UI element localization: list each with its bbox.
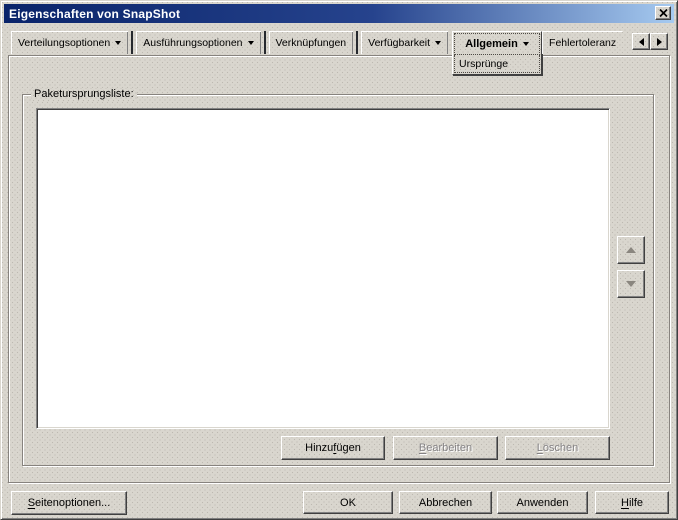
tab-page-panel: Paketursprungsliste: Hinzufügen Bearbeit…: [8, 55, 670, 483]
help-label: Hilfe: [620, 496, 643, 509]
tab-divider: [131, 31, 134, 54]
apply-button[interactable]: Anwenden: [497, 491, 588, 514]
window-title: Eigenschaften von SnapShot: [9, 6, 181, 21]
apply-label: Anwenden: [516, 496, 569, 509]
edit-button-label: Bearbeiten: [418, 442, 473, 454]
add-button[interactable]: Hinzufügen: [281, 436, 385, 460]
delete-button[interactable]: Löschen: [505, 436, 610, 460]
move-down-button[interactable]: [617, 270, 645, 298]
package-source-listbox[interactable]: [36, 108, 610, 429]
close-button[interactable]: [655, 6, 671, 20]
tab-verknuepfungen[interactable]: Verknüpfungen: [269, 31, 354, 54]
cancel-label: Abbrechen: [418, 496, 473, 509]
page-options-button[interactable]: Seitenoptionen...: [11, 491, 127, 515]
dropdown-arrow-icon: [522, 42, 529, 46]
add-button-label: Hinzufügen: [305, 442, 361, 454]
tab-scroll-buttons: [632, 33, 669, 50]
dialog-window: Eigenschaften von SnapShot Paketursprung…: [0, 0, 678, 520]
scroll-right-icon: [656, 37, 662, 46]
dropdown-arrow-icon: [115, 40, 122, 45]
page-options-label: Seitenoptionen...: [27, 497, 111, 509]
tab-fehlertoleranz[interactable]: Fehlertoleranz: [542, 31, 624, 54]
ok-button[interactable]: OK: [303, 491, 393, 514]
up-arrow-icon: [626, 247, 636, 253]
tab-divider: [356, 31, 359, 54]
close-icon: [658, 9, 668, 17]
help-button[interactable]: Hilfe: [595, 491, 669, 514]
tab-strip: Verteilungsoptionen Ausführungsoptionen …: [11, 31, 669, 75]
tab-allgemein-group: Allgemein Ursprünge: [452, 31, 543, 75]
titlebar: Eigenschaften von SnapShot: [4, 4, 674, 23]
tab-divider: [263, 31, 266, 54]
subtab-urspruenge[interactable]: Ursprünge: [454, 55, 541, 73]
tab-verteilungsoptionen[interactable]: Verteilungsoptionen: [11, 31, 128, 54]
ok-label: OK: [340, 496, 356, 509]
down-arrow-icon: [626, 281, 636, 287]
tab-allgemein[interactable]: Allgemein: [454, 33, 541, 55]
tab-scroll-left-button[interactable]: [632, 33, 651, 50]
dropdown-arrow-icon: [247, 40, 254, 45]
delete-button-label: Löschen: [536, 442, 579, 454]
package-source-groupbox: Paketursprungsliste: Hinzufügen Bearbeit…: [22, 88, 654, 466]
tab-ausfuehrungsoptionen[interactable]: Ausführungsoptionen: [136, 31, 260, 54]
dropdown-arrow-icon: [435, 40, 442, 45]
edit-button[interactable]: Bearbeiten: [393, 436, 498, 460]
scroll-left-icon: [638, 37, 644, 46]
move-up-button[interactable]: [617, 236, 645, 264]
group-label: Paketursprungsliste:: [31, 88, 137, 101]
tab-verfuegbarkeit[interactable]: Verfügbarkeit: [361, 31, 448, 54]
cancel-button[interactable]: Abbrechen: [399, 491, 492, 514]
tab-scroll-right-button[interactable]: [650, 33, 669, 50]
